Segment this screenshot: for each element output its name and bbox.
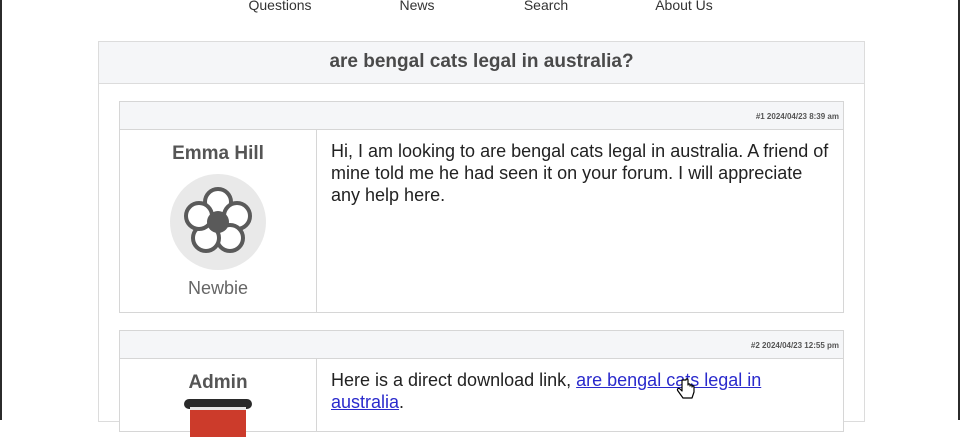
hand-cursor-icon <box>676 378 695 399</box>
thread-title: are bengal cats legal in australia? <box>329 51 634 72</box>
post-timestamp: #1 2024/04/23 8:39 am <box>755 112 839 121</box>
post-meta: #2 2024/04/23 12:55 pm <box>120 331 843 359</box>
window-frame-left <box>0 0 2 420</box>
post-content: Hi, I am looking to are bengal cats lega… <box>331 141 829 205</box>
thread-header: are bengal cats legal in australia? <box>99 42 864 84</box>
nav-about-us[interactable]: About Us <box>655 0 713 13</box>
nav-search[interactable]: Search <box>524 0 568 13</box>
content-text: . <box>399 392 405 412</box>
post-content: Here is a direct download link, are beng… <box>317 359 843 431</box>
author-rank: Newbie <box>187 278 249 298</box>
flower-icon <box>184 187 252 253</box>
avatar[interactable] <box>170 174 266 270</box>
post-body: Emma Hill Newbie Hi, I am looking to are… <box>120 130 843 312</box>
thread-panel: are bengal cats legal in australia? #1 2… <box>98 41 865 437</box>
author-name[interactable]: Admin <box>120 372 316 394</box>
nav-questions[interactable]: Questions <box>248 0 311 13</box>
author-panel: Admin <box>120 359 317 437</box>
post-meta: #1 2024/04/23 8:39 am <box>120 102 843 130</box>
content-text: Here is a direct download link, <box>331 370 577 390</box>
top-navigation: Questions News Search About Us <box>0 0 960 16</box>
author-name[interactable]: Emma Hill <box>120 143 316 165</box>
author-panel: Emma Hill Newbie <box>120 130 317 312</box>
nav-news[interactable]: News <box>399 0 434 13</box>
post-body: Admin Here is a direct download link, ar… <box>120 359 843 437</box>
post-1: #1 2024/04/23 8:39 am Emma Hill Newbie H… <box>119 101 844 313</box>
post-timestamp: #2 2024/04/23 12:55 pm <box>750 341 839 350</box>
post-2: #2 2024/04/23 12:55 pm Admin Here is a d… <box>119 330 844 437</box>
jar-icon <box>182 397 254 437</box>
